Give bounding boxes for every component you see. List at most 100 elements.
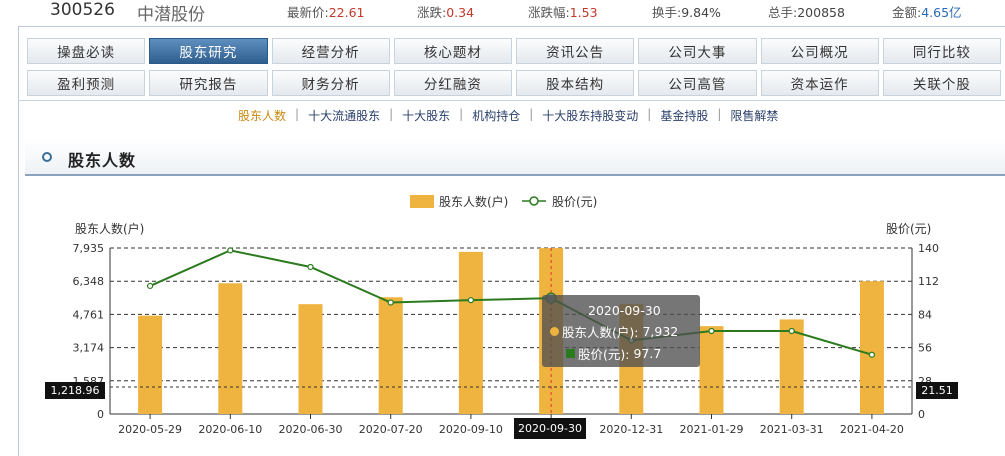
nav-tab-row2-2[interactable]: 财务分析 (271, 70, 390, 96)
tooltip-holders-row: 股东人数(户): 7,932 (550, 322, 678, 341)
nav-tab-row2-0[interactable]: 盈利预测 (27, 70, 146, 96)
y-tick-label: 0 (97, 408, 104, 421)
crosshair-left-value: 1,218.96 (45, 382, 105, 399)
legend-item-price: 股价(元) (552, 195, 597, 209)
holders-chart[interactable]: 股东人数(户) 股价(元) 股东人数(户) 股价(元) 7,935 140 6,348 112… (0, 176, 1005, 448)
tooltip-holders-value: 7,932 (642, 324, 679, 339)
tooltip-price-row: 股价(元): 97.7 (566, 344, 661, 363)
y2-axis-title: 股价(元) (886, 222, 931, 236)
nav-divider (18, 100, 1005, 101)
y2-tick-label: 84 (918, 308, 932, 321)
crosshair-date: 2020-09-30 (514, 418, 586, 439)
price-point-8 (788, 327, 795, 335)
sub-tab-separator: | (459, 107, 464, 121)
x-tick-label-0: 2020-05-29 (118, 423, 182, 436)
price-point-7 (708, 327, 715, 335)
legend-bar-swatch (410, 195, 434, 208)
price-change-pct: 涨跌幅:1.53 (528, 2, 598, 21)
nav-tab-row1-5[interactable]: 公司大事 (638, 38, 757, 64)
nav-tab-row2-6[interactable]: 资本运作 (760, 70, 879, 96)
price-change-pct-value: 1.53 (569, 5, 598, 20)
legend-item-holders: 股东人数(户) (439, 194, 508, 209)
volume: 总手:200858 (768, 2, 845, 21)
bar-holders-0 (138, 315, 163, 414)
y2-tick-label: 0 (918, 408, 925, 421)
sub-tab-separator: | (295, 107, 300, 121)
y-tick-label: 6,348 (73, 275, 105, 288)
tooltip-price-value: 97.7 (633, 346, 662, 361)
y2-tick-label: 56 (918, 342, 932, 355)
x-tick-label-9: 2021-04-20 (840, 423, 904, 436)
nav-tab-row1-1[interactable]: 股东研究 (149, 38, 268, 64)
volume-label: 总手: (768, 5, 798, 20)
x-tick-label-7: 2021-01-29 (680, 423, 744, 436)
y-axis-title: 股东人数(户) (75, 221, 144, 236)
nav-tab-row2-5[interactable]: 公司高管 (638, 70, 757, 96)
bar-holders-1 (218, 283, 243, 414)
nav-tab-row2-1[interactable]: 研究报告 (149, 70, 268, 96)
turnover-label: 换手: (652, 5, 682, 20)
amount: 金额:4.65亿 (892, 2, 962, 21)
y2-tick-label: 140 (918, 242, 939, 255)
nav-tab-row1-7[interactable]: 同行比较 (882, 38, 1001, 64)
y-tick-label: 7,935 (73, 242, 105, 255)
nav-tab-row2-3[interactable]: 分红融资 (393, 70, 512, 96)
nav-tab-row1-6[interactable]: 公司概况 (760, 38, 879, 64)
amount-label: 金额: (892, 5, 922, 20)
y-tick-label: 4,761 (73, 308, 105, 321)
sub-tab-2[interactable]: 十大股东 (402, 107, 450, 124)
price-point-9 (868, 351, 876, 358)
latest-price: 最新价:22.61 (287, 2, 365, 21)
price-point-2 (307, 263, 314, 271)
amount-value: 4.65亿 (921, 5, 962, 20)
section-title: 股东人数 (68, 151, 137, 170)
price-point-4 (467, 297, 474, 304)
sub-tab-3[interactable]: 机构持仓 (472, 107, 520, 124)
nav-tab-row1-3[interactable]: 核心题材 (393, 38, 512, 64)
latest-price-label: 最新价: (287, 5, 329, 20)
x-tick-label-1: 2020-06-10 (198, 423, 262, 436)
price-line (149, 249, 873, 356)
x-tick-label-6: 2020-12-31 (599, 423, 663, 436)
stock-code: 300526 (50, 0, 115, 20)
holders-swatch-icon (550, 327, 559, 336)
sub-tab-0[interactable]: 股东人数 (238, 107, 286, 124)
sub-tab-4[interactable]: 十大股东持股变动 (542, 107, 638, 124)
bar-holders-7 (699, 326, 724, 414)
tooltip-holders-label: 股东人数(户): (562, 325, 639, 340)
stock-name: 中潜股份 (137, 5, 205, 25)
nav-row-2: 盈利预测 研究报告 财务分析 分红融资 股本结构 公司高管 资本运作 关联个股 (27, 70, 1005, 96)
nav-tab-row1-0[interactable]: 操盘必读 (27, 38, 146, 64)
sub-tab-1[interactable]: 十大流通股东 (308, 107, 380, 124)
y2-tick-label: 112 (918, 275, 939, 288)
nav-tab-row2-7[interactable]: 关联个股 (882, 70, 1001, 96)
sub-tab-5[interactable]: 基金持股 (660, 107, 708, 124)
nav-tab-row2-4[interactable]: 股本结构 (516, 70, 635, 96)
nav-tab-row1-4[interactable]: 资讯公告 (516, 38, 635, 64)
legend-line-marker (529, 196, 539, 206)
chart-canvas[interactable]: 股东人数(户) 股价(元) 股东人数(户) 股价(元) 7,935 140 6,348 112… (0, 176, 1005, 448)
price-change-pct-label: 涨跌幅: (528, 5, 570, 20)
circle-bullet-icon (42, 152, 52, 162)
sub-tab-separator: | (529, 107, 534, 121)
quote-bar: 300526 中潜股份 最新价:22.61 涨跌:0.34 涨跌幅:1.53 换… (0, 0, 1005, 25)
x-tick-label-4: 2020-09-10 (439, 423, 503, 436)
x-tick-label-3: 2020-07-20 (359, 423, 423, 436)
sub-tab-separator: | (389, 107, 394, 121)
nav-row-1: 操盘必读 股东研究 经营分析 核心题材 资讯公告 公司大事 公司概况 同行比较 (27, 38, 1005, 64)
price-point-3 (387, 299, 394, 306)
tooltip-price-label: 股价(元): (578, 347, 630, 362)
turnover: 换手:9.84% (652, 2, 721, 21)
bar-holders-2 (298, 304, 323, 414)
nav-tab-row1-2[interactable]: 经营分析 (271, 38, 390, 64)
y-tick-label: 3,174 (73, 342, 105, 355)
bar-holders-9 (859, 281, 884, 414)
price-point-1 (227, 247, 234, 254)
chart-tooltip: 2020-09-30 股东人数(户): 7,932 股价(元): 97.7 (542, 295, 700, 367)
sub-tabs: 股东人数 | 十大流通股东 | 十大股东 | 机构持仓 | 十大股东持股变动 | 基金持股 | 限售解禁 (238, 107, 778, 124)
tooltip-date: 2020-09-30 (588, 303, 661, 318)
latest-price-value: 22.61 (328, 5, 365, 20)
main-nav: 操盘必读 股东研究 经营分析 核心题材 资讯公告 公司大事 公司概况 同行比较 盈利预测 研究报… (27, 38, 1005, 102)
sub-tab-6[interactable]: 限售解禁 (730, 107, 778, 124)
sub-tab-separator: | (717, 107, 722, 121)
